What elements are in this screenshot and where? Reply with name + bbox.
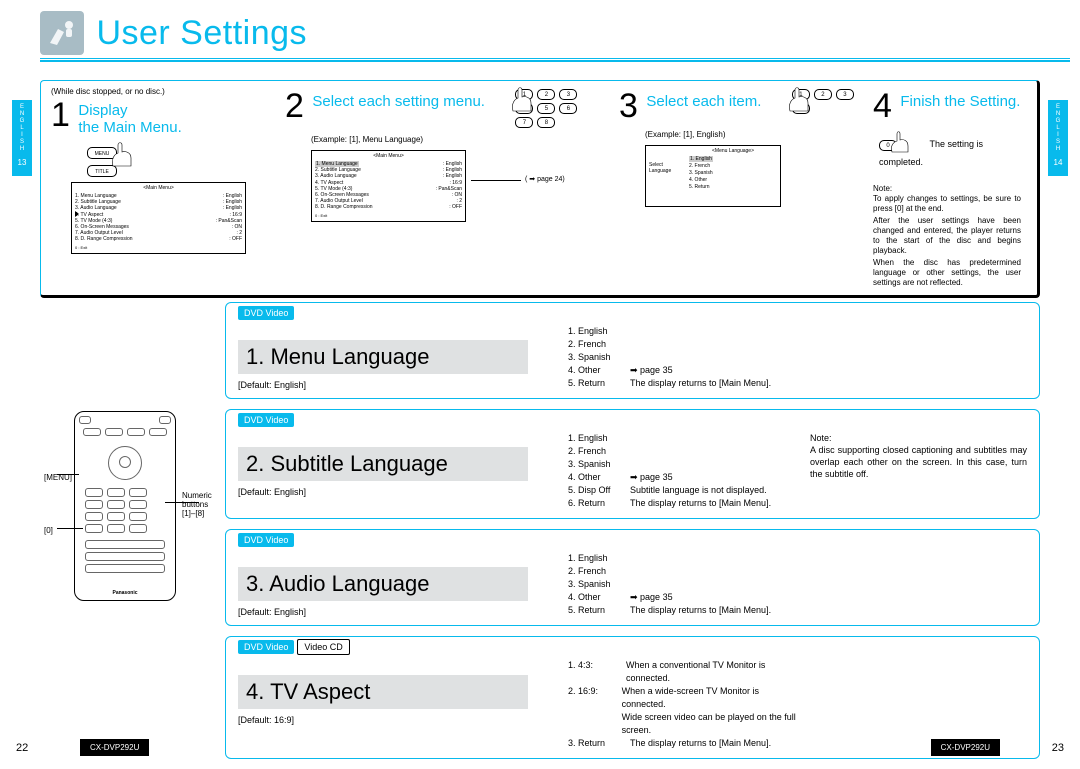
step-2-ref: ( ➡ page 24) <box>525 175 565 183</box>
step-3-text: Select each item. <box>646 93 761 110</box>
setting-default: [Default: English] <box>238 607 558 617</box>
setting-note <box>810 645 1027 750</box>
step-4-note-2: After the user settings have been change… <box>873 216 1021 256</box>
osd-menu-language: Select Language <Menu Language> 1. Engli… <box>645 145 781 207</box>
vcd-badge: Video CD <box>297 639 349 655</box>
model-left: CX-DVP292U <box>80 739 149 756</box>
finger-icon <box>509 85 537 115</box>
osd-main-menu-2: <Main Menu> 1. Menu Language: English2. … <box>311 150 466 222</box>
step-4-text: Finish the Setting. <box>900 93 1020 110</box>
step-2: 2 Select each setting menu. 123 456 78 (… <box>285 87 615 288</box>
setting-options: 1. 4:3:When a conventional TV Monitor is… <box>568 645 800 750</box>
steps-panel: (While disc stopped, or no disc.) 1 Disp… <box>40 80 1040 298</box>
finger-icon <box>786 85 814 115</box>
step-3-num: 3 <box>619 87 638 126</box>
dvd-badge: DVD Video <box>238 306 294 320</box>
setting-options: 1. English2. French3. Spanish4. Other➡ p… <box>568 538 800 617</box>
setting-title: 2. Subtitle Language <box>238 447 528 481</box>
setting-title: 1. Menu Language <box>238 340 528 374</box>
step-3-example: (Example: [1], English) <box>645 130 863 139</box>
settings-icon <box>40 11 84 55</box>
finger-icon <box>109 140 137 170</box>
setting-options: 1. English2. French3. Spanish4. Other➡ p… <box>568 311 800 390</box>
remote-label-zero: [0] <box>44 526 53 535</box>
dvd-badge: DVD Video <box>238 413 294 427</box>
dvd-badge: DVD Video <box>238 533 294 547</box>
setting-title: 4. TV Aspect <box>238 675 528 709</box>
step-2-text: Select each setting menu. <box>312 93 485 110</box>
setting-note <box>810 311 1027 390</box>
step-2-num: 2 <box>285 87 304 126</box>
step-4-num: 4 <box>873 87 892 126</box>
step-2-example: (Example: [1], Menu Language) <box>311 135 609 144</box>
remote-body: Panasonic <box>74 411 176 601</box>
osd-main-menu-1: <Main Menu> 1. Menu Language: English2. … <box>71 182 246 254</box>
page-title: User Settings <box>96 14 307 53</box>
setting-note <box>810 538 1027 617</box>
step-1-hint: (While disc stopped, or no disc.) <box>51 87 275 96</box>
side-tab-right: E N G L I S H 14 <box>1048 100 1068 176</box>
side-tab-left: E N G L I S H 13 <box>12 100 32 176</box>
page-number-right: 23 <box>1052 742 1064 754</box>
dvd-badge: DVD Video <box>238 640 294 654</box>
keypad-8: 123 456 78 <box>515 89 577 131</box>
page-number-left: 22 <box>16 742 28 754</box>
setting-row: DVD VideoVideo CD 4. TV Aspect [Default: 1… <box>225 636 1040 759</box>
setting-default: [Default: 16:9] <box>238 715 558 725</box>
step-1-num: 1 <box>51 96 70 135</box>
model-right: CX-DVP292U <box>931 739 1000 756</box>
step-4: 4 Finish the Setting. 0 The setting is c… <box>873 87 1027 288</box>
step-4-note-3: When the disc has predetermined language… <box>873 258 1021 288</box>
header-divider <box>40 58 1070 62</box>
step-4-note-1: To apply changes to settings, be sure to… <box>873 194 1021 214</box>
setting-row: DVD Video 1. Menu Language [Default: Engli… <box>225 302 1040 399</box>
setting-default: [Default: English] <box>238 380 558 390</box>
keypad-4: 123 4 <box>792 89 854 117</box>
setting-options: 1. English2. French3. Spanish4. Other➡ p… <box>568 418 800 510</box>
setting-row: DVD Video 2. Subtitle Language [Default: E… <box>225 409 1040 519</box>
page-header: User Settings <box>40 11 1070 59</box>
setting-row: DVD Video 3. Audio Language [Default: Engl… <box>225 529 1040 626</box>
setting-default: [Default: English] <box>238 487 558 497</box>
remote-diagram: [MENU] [0] Numeric buttons [1]–[8] Panas… <box>50 411 220 611</box>
step-1-text: Display the Main Menu. <box>78 102 181 136</box>
step-3: 3 Select each item. 123 4 (Example: [1],… <box>619 87 869 288</box>
setting-note: Note:A disc supporting closed captioning… <box>810 418 1027 510</box>
finger-icon <box>889 130 913 156</box>
setting-title: 3. Audio Language <box>238 567 528 601</box>
step-4-note-label: Note: <box>873 184 1021 194</box>
step-1: (While disc stopped, or no disc.) 1 Disp… <box>51 87 281 288</box>
settings-list: DVD Video 1. Menu Language [Default: Engli… <box>225 302 1040 769</box>
remote-label-numeric: Numeric buttons [1]–[8] <box>182 491 212 518</box>
